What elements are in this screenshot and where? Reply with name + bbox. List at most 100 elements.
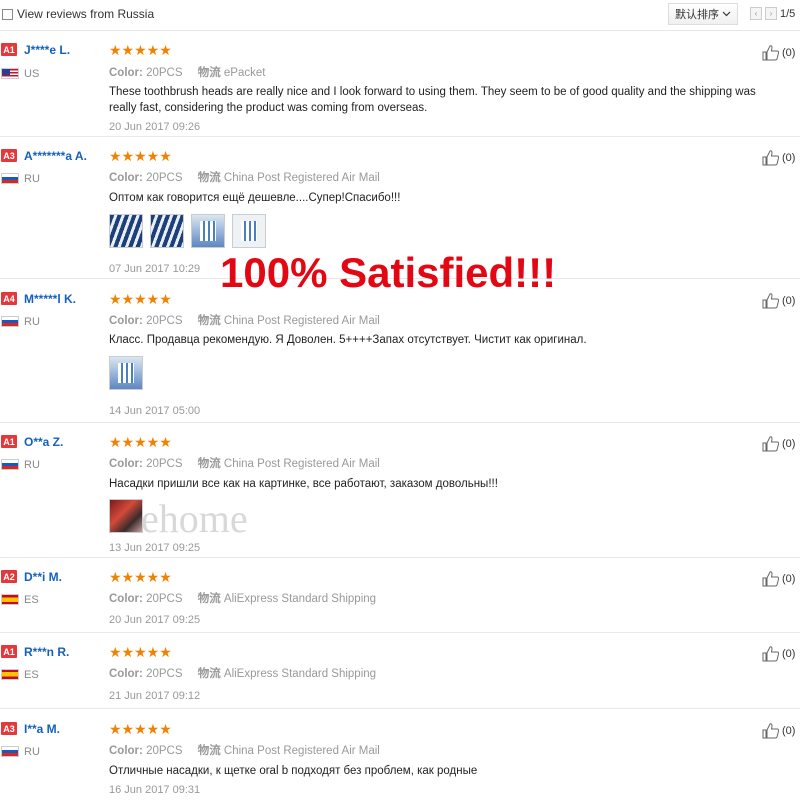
color-label: Color: [109, 458, 143, 470]
chevron-down-icon [722, 11, 731, 17]
color-label: Color: [109, 315, 143, 327]
color-value: 20PCS [146, 668, 183, 680]
review-item: A1 O**a Z. RU ★★★★★ Color: 20PCS 物流 Chin… [0, 423, 800, 558]
shipping-label: 物流 [197, 315, 221, 327]
order-info: Color: 20PCS 物流 China Post Registered Ai… [109, 312, 380, 328]
review-photo-thumbnail[interactable] [191, 214, 225, 248]
shipping-value: China Post Registered Air Mail [223, 172, 380, 184]
thumbs-up-icon [762, 436, 780, 452]
review-item: A1 J****e L. US ★★★★★ Color: 20PCS 物流 eP… [0, 31, 800, 137]
shipping-value: AliExpress Standard Shipping [223, 668, 377, 680]
review-photo-thumbnail[interactable] [109, 499, 143, 533]
shipping-value: China Post Registered Air Mail [223, 315, 380, 327]
reviewer-name[interactable]: O**a Z. [24, 435, 63, 449]
helpful-count: (0) [782, 437, 796, 450]
flag-ru-icon [1, 746, 19, 757]
star-rating: ★★★★★ [109, 291, 172, 307]
review-photo-thumbnail[interactable] [109, 214, 143, 248]
color-value: 20PCS [146, 172, 183, 184]
sort-label: 默认排序 [675, 9, 719, 21]
flag-es-icon [1, 669, 19, 680]
shipping-label: 物流 [197, 593, 221, 605]
shipping-label: 物流 [197, 668, 221, 680]
helpful-button[interactable]: (0) [762, 645, 795, 662]
next-arrow-icon: › [769, 9, 773, 18]
buyer-level-badge: A1 [1, 645, 17, 658]
review-text: Класс. Продавца рекомендую. Я Доволен. 5… [109, 334, 587, 346]
star-rating: ★★★★★ [109, 644, 172, 660]
review-date: 13 Jun 2017 09:25 [109, 542, 201, 554]
reviewer-name[interactable]: I**a M. [24, 722, 60, 736]
reviewer-name[interactable]: J****e L. [24, 43, 70, 57]
filter-russia-checkbox[interactable]: View reviews from Russia [2, 7, 154, 21]
order-info: Color: 20PCS 物流 China Post Registered Ai… [109, 455, 380, 471]
helpful-count: (0) [782, 294, 796, 307]
shipping-label: 物流 [197, 67, 221, 79]
shipping-label: 物流 [197, 745, 221, 757]
color-label: Color: [109, 593, 143, 605]
review-photo-thumbnail[interactable] [232, 214, 266, 248]
checkbox-box[interactable] [2, 8, 13, 20]
reviewer-country: RU [24, 459, 40, 471]
flag-ru-icon [1, 459, 19, 470]
star-rating: ★★★★★ [109, 569, 172, 585]
color-label: Color: [109, 172, 143, 184]
watermark-text: ehome [141, 496, 248, 541]
sort-dropdown[interactable]: 默认排序 [668, 3, 738, 25]
color-value: 20PCS [146, 67, 183, 79]
review-date: 16 Jun 2017 09:31 [109, 784, 201, 796]
flag-ru-icon [1, 316, 19, 327]
reviewer-country: US [24, 68, 40, 80]
next-page-button[interactable]: › [765, 7, 777, 20]
shipping-value: China Post Registered Air Mail [223, 745, 380, 757]
star-rating: ★★★★★ [109, 721, 172, 737]
color-label: Color: [109, 668, 143, 680]
reviewer-country: ES [24, 669, 39, 681]
helpful-count: (0) [782, 572, 796, 585]
review-text: Насадки пришли все как на картинке, все … [109, 478, 498, 490]
thumbs-up-icon [762, 571, 780, 587]
review-toolbar: View reviews from Russia 默认排序 ‹ › 1/5 [0, 0, 800, 31]
color-value: 20PCS [146, 593, 183, 605]
shipping-label: 物流 [197, 458, 221, 470]
reviewer-country: RU [24, 316, 40, 328]
star-rating: ★★★★★ [109, 42, 172, 58]
helpful-button[interactable]: (0) [762, 570, 795, 587]
color-value: 20PCS [146, 745, 183, 757]
review-item: A2 D**i M. ES ★★★★★ Color: 20PCS 物流 AliE… [0, 558, 800, 633]
order-info: Color: 20PCS 物流 China Post Registered Ai… [109, 169, 380, 185]
review-photo-thumbnail[interactable] [150, 214, 184, 248]
review-item: A4 M*****l K. RU ★★★★★ Color: 20PCS 物流 C… [0, 279, 800, 423]
buyer-level-badge: A1 [1, 43, 17, 56]
thumbs-up-icon [762, 150, 780, 166]
color-value: 20PCS [146, 458, 183, 470]
review-item: A1 R***n R. ES ★★★★★ Color: 20PCS 物流 Ali… [0, 633, 800, 709]
satisfied-overlay-text: 100% Satisfied!!! [220, 249, 557, 296]
thumbs-up-icon [762, 293, 780, 309]
order-info: Color: 20PCS 物流 AliExpress Standard Ship… [109, 590, 376, 606]
reviewer-country: RU [24, 173, 40, 185]
prev-page-button[interactable]: ‹ [750, 7, 762, 20]
helpful-button[interactable]: (0) [762, 149, 795, 166]
reviewer-country: ES [24, 594, 39, 606]
helpful-count: (0) [782, 647, 796, 660]
reviewer-name[interactable]: R***n R. [24, 645, 69, 659]
reviewer-name[interactable]: D**i M. [24, 570, 62, 584]
helpful-count: (0) [782, 724, 796, 737]
helpful-count: (0) [782, 46, 796, 59]
helpful-button[interactable]: (0) [762, 44, 795, 61]
helpful-button[interactable]: (0) [762, 435, 795, 452]
color-label: Color: [109, 67, 143, 79]
shipping-value: ePacket [223, 67, 266, 79]
helpful-button[interactable]: (0) [762, 292, 795, 309]
review-date: 20 Jun 2017 09:25 [109, 614, 201, 626]
review-item: A3 I**a M. RU ★★★★★ Color: 20PCS 物流 Chin… [0, 709, 800, 800]
review-photo-thumbnail[interactable] [109, 356, 143, 390]
reviewer-name[interactable]: A*******a A. [24, 149, 87, 163]
helpful-button[interactable]: (0) [762, 722, 795, 739]
reviewer-country: RU [24, 746, 40, 758]
reviewer-name[interactable]: M*****l K. [24, 292, 76, 306]
color-label: Color: [109, 745, 143, 757]
review-date: 07 Jun 2017 10:29 [109, 263, 201, 275]
order-info: Color: 20PCS 物流 China Post Registered Ai… [109, 742, 380, 758]
